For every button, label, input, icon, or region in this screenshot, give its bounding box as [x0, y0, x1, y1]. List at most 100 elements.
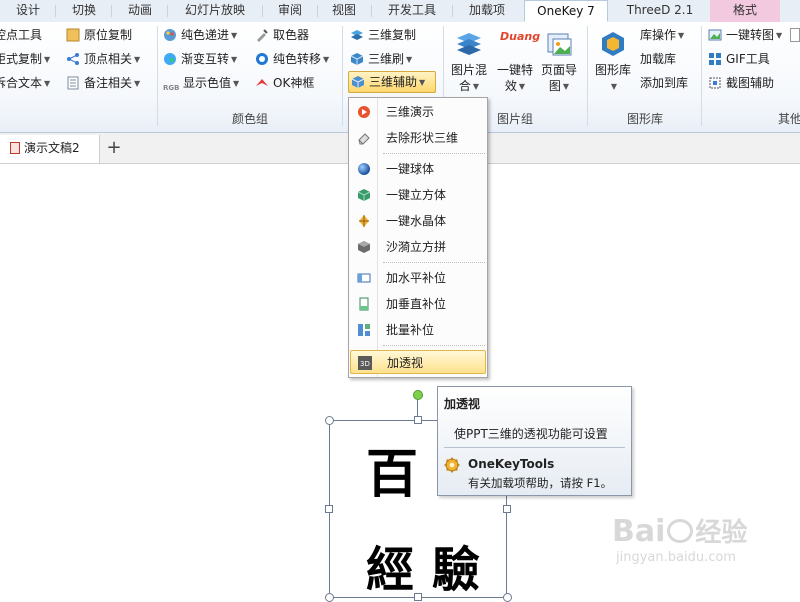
- tab-developer[interactable]: 开发工具: [374, 0, 450, 22]
- ribbon-overflow-control[interactable]: [790, 25, 800, 45]
- tab-transitions[interactable]: 切换: [58, 0, 110, 22]
- load-library-button[interactable]: 加载库: [640, 49, 676, 69]
- shape-library-button[interactable]: 图形库▼: [592, 30, 634, 95]
- notes-icon: [67, 76, 79, 90]
- document-tab[interactable]: 演示文稿2: [0, 135, 100, 163]
- menu-item-3d-demo[interactable]: 三维演示: [350, 100, 486, 124]
- copy-icon: [66, 28, 80, 42]
- tab-view[interactable]: 视图: [319, 0, 369, 22]
- menu-item-cube[interactable]: 一键立方体: [350, 183, 486, 207]
- tooltip-title: 加透视: [444, 397, 481, 411]
- tab-design[interactable]: 设计: [2, 0, 54, 22]
- cube-icon: [357, 189, 371, 201]
- color-picker-button[interactable]: 取色器: [255, 25, 309, 45]
- menu-item-sand-cube-tile[interactable]: 沙漪立方拼: [350, 235, 486, 259]
- tooltip-description: 使PPT三维的透视功能可设置: [454, 427, 608, 441]
- menu-item-crystal[interactable]: 一键水晶体: [350, 209, 486, 233]
- notes-related-button[interactable]: 备注相关 ▼: [66, 73, 140, 93]
- resize-handle-bottom-left[interactable]: [325, 593, 334, 602]
- watermark-url: jingyan.baidu.com: [616, 550, 736, 565]
- rotation-handle-stem: [417, 398, 418, 418]
- tab-addins[interactable]: 加载项: [455, 0, 519, 22]
- 3d-brush-button[interactable]: 三维刷 ▼: [350, 49, 412, 69]
- vertical-pad-icon: [359, 297, 369, 311]
- resize-handle-left[interactable]: [325, 505, 333, 513]
- resize-handle-right[interactable]: [503, 505, 511, 513]
- solid-color-transfer-button[interactable]: 纯色转移 ▼: [255, 49, 329, 69]
- menu-item-batch-pad[interactable]: 批量补位: [350, 318, 486, 342]
- baidu-jingyan-watermark: Bai 经验 jingyan.baidu.com: [612, 514, 748, 566]
- split-merge-text-button[interactable]: 拆合文本 ▼: [0, 73, 50, 93]
- gif-tool-button[interactable]: GIF工具: [708, 49, 770, 69]
- 3d-brush-icon: [350, 53, 364, 65]
- seal-glyph-yan: 驗: [432, 542, 481, 598]
- resize-handle-top[interactable]: [414, 416, 422, 424]
- resize-handle-top-left[interactable]: [325, 416, 334, 425]
- tab-threed[interactable]: ThreeD 2.1: [612, 0, 708, 22]
- menu-item-add-perspective[interactable]: 3D 加透视: [350, 350, 486, 374]
- picture-blend-icon: [457, 33, 481, 55]
- magic-frame-icon: [256, 79, 268, 86]
- menu-item-remove-shape-3d[interactable]: 去除形状三维: [350, 126, 486, 150]
- menu-item-sphere[interactable]: 一键球体: [350, 157, 486, 181]
- tooltip-addin-name: OneKeyTools: [468, 457, 555, 471]
- tooltip-help-text: 有关加载项帮助，请按 F1。: [468, 476, 613, 490]
- other-group-label: 其他: [777, 112, 800, 126]
- resize-handle-bottom-right[interactable]: [503, 593, 512, 602]
- shape-library-group-label: 图形库: [626, 112, 663, 126]
- one-click-to-image-button[interactable]: 一键转图 ▼: [708, 25, 782, 45]
- ribbon-tab-bar: 设计 切换 动画 幻灯片放映 审阅 视图 开发工具 加载项 OneKey 7 T…: [0, 0, 800, 23]
- rgb-icon: RGB: [163, 84, 180, 92]
- screenshot-icon: [709, 77, 721, 89]
- vertex-related-button[interactable]: 顶点相关 ▼: [66, 49, 140, 69]
- tab-onekey7[interactable]: OneKey 7: [524, 0, 608, 22]
- tab-slideshow[interactable]: 幻灯片放映: [170, 0, 260, 22]
- add-perspective-tooltip: 加透视 使PPT三维的透视功能可设置 OneKeyTools 有关加载项帮助，请…: [437, 386, 632, 496]
- show-color-value-button[interactable]: RGB 显示色值 ▼: [163, 73, 239, 93]
- seal-glyph-jing: 經: [366, 542, 415, 598]
- document-icon: [10, 142, 20, 154]
- watermark-brand-suffix: 经验: [695, 518, 748, 548]
- document-tab-label: 演示文稿2: [24, 141, 80, 155]
- 3d-assist-dropdown-menu: 三维演示 去除形状三维 一键球体 一键立方体 一键水晶体 沙漪立方拼 加水平补位…: [348, 97, 488, 378]
- menu-item-vertical-pad[interactable]: 加垂直补位: [350, 292, 486, 316]
- sphere-icon: [358, 163, 370, 175]
- vertex-icon: [67, 53, 79, 65]
- 3d-copy-button[interactable]: 三维复制: [350, 25, 416, 45]
- control-point-tool-button[interactable]: 控点工具: [0, 25, 42, 45]
- in-place-copy-button[interactable]: 原位复制: [66, 25, 132, 45]
- duang-icon: Duang: [500, 30, 541, 43]
- palette-icon: [164, 29, 176, 41]
- one-click-effect-button[interactable]: Duang 一键特效 ▼: [494, 30, 541, 95]
- screenshot-assist-button[interactable]: 截图辅助: [708, 73, 774, 93]
- svg-text:3D: 3D: [360, 360, 370, 368]
- hexagon-shape-icon: [602, 32, 624, 56]
- watermark-brand: Bai: [612, 514, 666, 549]
- picture-blend-button[interactable]: 图片混合 ▼: [448, 30, 490, 95]
- tab-format[interactable]: 格式: [710, 0, 780, 22]
- gradient-convert-button[interactable]: 渐变互转 ▼: [163, 49, 237, 69]
- tab-animations[interactable]: 动画: [114, 0, 166, 22]
- ok-magic-frame-button[interactable]: OK神框: [255, 73, 314, 93]
- gif-tool-icon: [709, 53, 721, 65]
- add-to-library-button[interactable]: 添加到库: [640, 73, 688, 93]
- gradient-palette-icon: [164, 53, 176, 65]
- crystal-icon: [359, 215, 369, 227]
- cube-tile-icon: [358, 241, 370, 253]
- horizontal-pad-icon: [357, 273, 371, 283]
- rotation-handle[interactable]: [413, 390, 423, 400]
- eraser-icon: [358, 133, 370, 145]
- solid-color-progression-button[interactable]: 纯色递进 ▼: [163, 25, 237, 45]
- library-operation-button[interactable]: 库操作 ▼: [640, 25, 684, 45]
- page-map-button[interactable]: 页面导图 ▼: [538, 30, 580, 95]
- addin-gear-icon: [444, 457, 460, 473]
- batch-pad-icon: [358, 324, 370, 336]
- new-document-tab-button[interactable]: +: [104, 137, 124, 159]
- image-convert-icon: [708, 29, 722, 41]
- menu-item-horizontal-pad[interactable]: 加水平补位: [350, 266, 486, 290]
- matrix-copy-button[interactable]: 矩式复制 ▼: [0, 49, 50, 69]
- presentation-icon: [358, 106, 370, 118]
- tab-review[interactable]: 审阅: [265, 0, 315, 22]
- 3d-assist-button[interactable]: 三维辅助 ▼: [348, 71, 436, 93]
- 3d-copy-icon: [351, 30, 363, 40]
